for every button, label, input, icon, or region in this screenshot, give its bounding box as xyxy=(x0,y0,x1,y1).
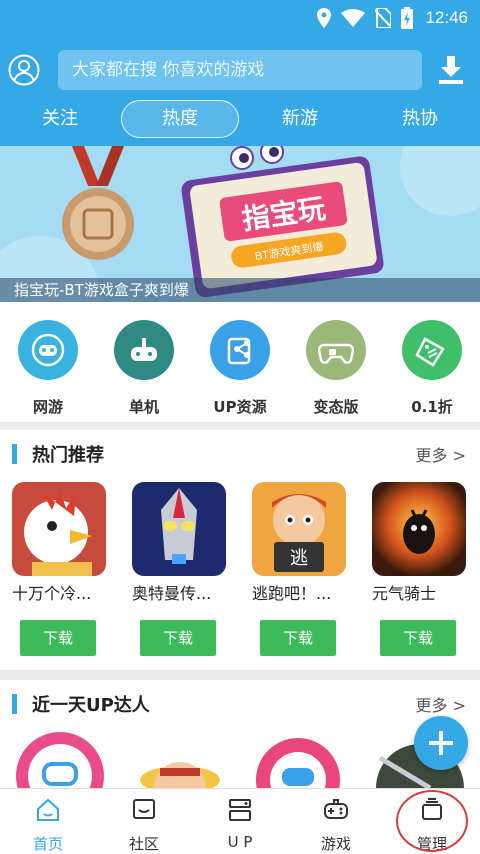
game-name: 十万个冷... xyxy=(12,584,92,603)
download-button[interactable]: 下载 xyxy=(380,620,456,656)
home-icon xyxy=(37,798,59,821)
nav-home[interactable]: 首页 xyxy=(0,797,96,854)
add-fab-button[interactable] xyxy=(414,716,468,770)
avatar-luffy xyxy=(140,762,220,788)
section-header: 热门推荐 更多 > xyxy=(0,430,480,476)
bt-gamepad-icon xyxy=(306,320,366,380)
tab-follow[interactable]: 关注 xyxy=(0,98,120,140)
shortcut-bt-version[interactable]: 变态版 xyxy=(288,320,384,417)
community-icon xyxy=(133,799,155,819)
shortcut-label: 单机 xyxy=(128,398,159,416)
up-icon xyxy=(229,799,251,821)
nav-games[interactable]: 游戏 xyxy=(288,797,384,854)
location-icon xyxy=(317,8,332,28)
status-icons: 12:46 xyxy=(317,6,468,30)
game-card[interactable]: 元气骑士 下载 xyxy=(372,482,466,656)
highlight-ring xyxy=(396,790,468,852)
gamepad-icon xyxy=(18,320,78,380)
promo-banner[interactable]: 指宝玩 BT游戏爽到爆 指宝玩-BT游戏盒子爽到爆 xyxy=(0,146,480,302)
download-button[interactable]: 下载 xyxy=(260,620,336,656)
game-name: 奥特曼传... xyxy=(132,584,212,603)
game-icon-soul-knight xyxy=(372,482,466,576)
shortcut-discount[interactable]: 0.1折 xyxy=(384,320,480,417)
game-card[interactable]: 奥特曼传... 下载 xyxy=(132,482,226,656)
svg-text:逃: 逃 xyxy=(290,548,308,568)
shortcut-up-resources[interactable]: UP资源 xyxy=(192,320,288,417)
game-icon-escape: 逃 xyxy=(252,482,346,576)
hot-recommendations-section: 热门推荐 更多 > 十万个冷... 下载 奥特曼传... 下载 逃 逃跑吧！..… xyxy=(0,430,480,670)
nav-label: 游戏 xyxy=(320,835,351,853)
shortcut-label: 网游 xyxy=(32,398,63,416)
banner-caption: 指宝玩-BT游戏盒子爽到爆 xyxy=(0,278,480,302)
user-avatar-icon[interactable] xyxy=(8,54,40,86)
section-accent-bar xyxy=(12,444,17,464)
clock: 12:46 xyxy=(425,8,468,27)
tab-hot[interactable]: 热度 xyxy=(120,98,240,140)
tab-hot-collab[interactable]: 热协 xyxy=(360,98,480,140)
section-header: 近一天UP达人 更多 > xyxy=(0,680,480,726)
download-button[interactable]: 下载 xyxy=(140,620,216,656)
avatar-gear-gamepad xyxy=(256,738,340,788)
game-card[interactable]: 逃 逃跑吧！... 下载 xyxy=(252,482,346,656)
joystick-icon xyxy=(114,320,174,380)
section-accent-bar xyxy=(12,694,17,714)
download-icon[interactable] xyxy=(438,56,464,84)
game-card[interactable]: 十万个冷... 下载 xyxy=(12,482,106,656)
up-expert-avatars[interactable] xyxy=(0,728,480,788)
section-title: 热门推荐 xyxy=(32,445,104,466)
more-link[interactable]: 更多 > xyxy=(416,442,467,466)
shortcut-single-player[interactable]: 单机 xyxy=(96,320,192,417)
nav-label: 社区 xyxy=(128,835,159,853)
tab-new-games[interactable]: 新游 xyxy=(240,98,360,140)
search-input[interactable]: 大家都在搜 你喜欢的游戏 xyxy=(58,50,422,90)
top-header: 12:46 大家都在搜 你喜欢的游戏 关注 热度 新游 热协 xyxy=(0,0,480,146)
game-name: 逃跑吧！... xyxy=(252,584,332,603)
game-name: 元气骑士 xyxy=(372,584,437,603)
shortcut-online-games[interactable]: 网游 xyxy=(0,320,96,417)
shortcut-label: 变态版 xyxy=(313,398,359,416)
up-experts-section: 近一天UP达人 更多 > xyxy=(0,680,480,788)
nav-label: U P xyxy=(227,833,253,851)
nav-community[interactable]: 社区 xyxy=(96,797,192,854)
no-sim-icon xyxy=(375,8,392,28)
plus-icon xyxy=(429,731,453,755)
game-icon-ultraman xyxy=(132,482,226,576)
nav-label: 首页 xyxy=(32,835,63,853)
shortcut-label: 0.1折 xyxy=(411,398,453,416)
status-bar: 12:46 xyxy=(0,0,480,36)
nav-up[interactable]: U P xyxy=(192,797,288,851)
more-link[interactable]: 更多 > xyxy=(416,692,467,716)
category-shortcuts: 网游 单机 UP资源 变态版 0.1折 xyxy=(0,302,480,422)
download-button[interactable]: 下载 xyxy=(20,620,96,656)
shortcut-label: UP资源 xyxy=(213,398,267,416)
wifi-icon xyxy=(341,9,366,27)
avatar-gamepad-ring xyxy=(16,732,104,788)
battery-charging-icon xyxy=(401,7,414,29)
share-icon xyxy=(210,320,270,380)
discount-icon xyxy=(402,320,462,380)
category-tabs: 关注 热度 新游 热协 xyxy=(0,98,480,140)
games-icon xyxy=(324,799,348,819)
section-title: 近一天UP达人 xyxy=(32,695,150,716)
game-icon-chicken xyxy=(12,482,106,576)
